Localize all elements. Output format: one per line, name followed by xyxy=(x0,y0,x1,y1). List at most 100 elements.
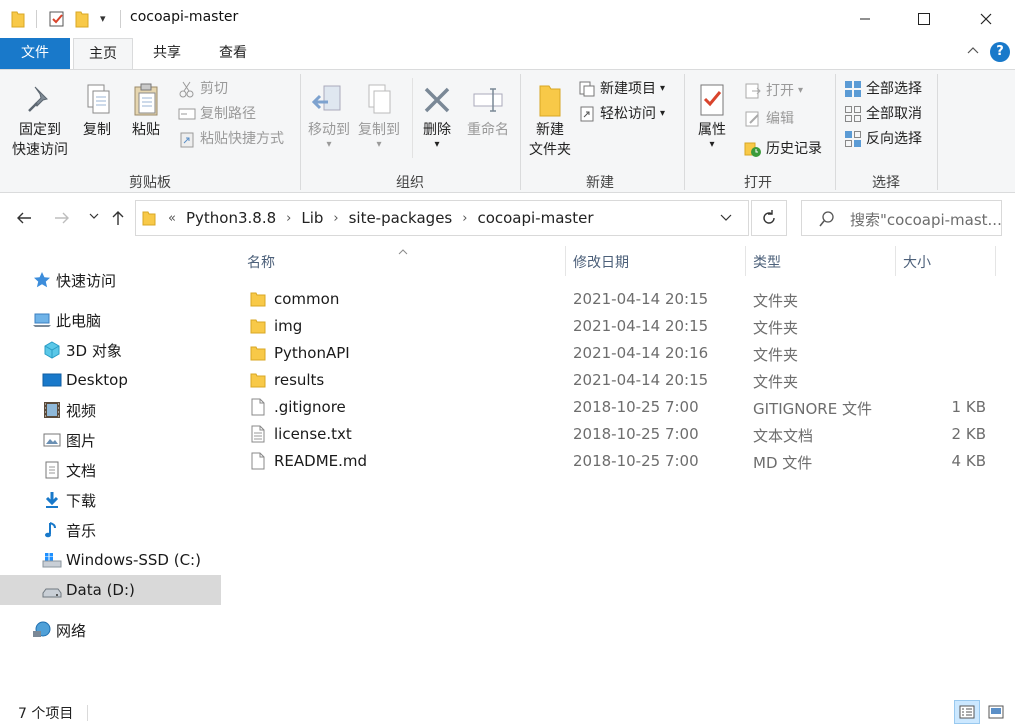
nav-item-downloads[interactable]: 下载 xyxy=(0,485,221,515)
tab-share[interactable]: 共享 xyxy=(137,38,197,69)
breadcrumb-separator-icon[interactable]: › xyxy=(282,211,295,226)
table-row[interactable]: img 2021-04-14 20:15 文件夹 xyxy=(244,313,1004,340)
column-divider[interactable] xyxy=(565,246,566,276)
back-button[interactable] xyxy=(14,209,34,229)
open-button[interactable]: 打开 ▾ xyxy=(744,80,803,102)
table-row[interactable]: PythonAPI 2021-04-14 20:16 文件夹 xyxy=(244,340,1004,367)
forward-button[interactable] xyxy=(52,209,72,229)
rename-button[interactable]: 重命名 xyxy=(462,80,514,140)
nav-item-this-pc[interactable]: 此电脑 xyxy=(0,305,221,335)
table-row[interactable]: README.md 2018-10-25 7:00 MD 文件 4 KB xyxy=(244,448,1004,475)
overflow-chevron-icon[interactable]: « xyxy=(164,211,180,226)
maximize-button[interactable] xyxy=(901,0,947,38)
column-divider[interactable] xyxy=(745,246,746,276)
folder-icon xyxy=(250,371,266,393)
properties-button[interactable]: 属性 ▾ xyxy=(688,80,736,150)
nav-item-videos[interactable]: 视频 xyxy=(0,395,221,425)
edit-button[interactable]: 编辑 xyxy=(744,108,794,130)
nav-label: 文档 xyxy=(66,461,97,480)
tab-home[interactable]: 主页 xyxy=(73,38,133,70)
breadcrumb-item[interactable]: site-packages xyxy=(343,209,459,227)
recent-locations-chevron-icon[interactable] xyxy=(84,209,104,229)
properties-checkmark-icon[interactable] xyxy=(48,10,66,32)
copy-icon xyxy=(76,80,118,120)
music-note-icon xyxy=(42,520,62,540)
table-row[interactable]: .gitignore 2018-10-25 7:00 GITIGNORE 文件 … xyxy=(244,394,1004,421)
column-header-name[interactable]: 名称 xyxy=(247,252,275,274)
ribbon-tabs: 文件 主页 共享 查看 xyxy=(0,38,1015,70)
breadcrumb-separator-icon[interactable]: › xyxy=(458,211,471,226)
minimize-button[interactable] xyxy=(842,0,888,38)
file-modified: 2021-04-14 20:15 xyxy=(573,290,709,308)
column-divider[interactable] xyxy=(995,246,996,276)
tab-file[interactable]: 文件 xyxy=(0,38,70,69)
address-dropdown-chevron-icon[interactable] xyxy=(719,210,733,228)
address-bar[interactable]: « Python3.8.8 › Lib › site-packages › co… xyxy=(135,200,749,236)
file-modified: 2021-04-14 20:15 xyxy=(573,371,709,389)
column-divider[interactable] xyxy=(895,246,896,276)
sort-ascending-chevron-icon xyxy=(398,245,408,260)
easy-access-chevron-icon: ▾ xyxy=(660,108,666,119)
table-row[interactable]: common 2021-04-14 20:15 文件夹 xyxy=(244,286,1004,313)
windows-drive-icon xyxy=(42,550,62,570)
rename-label: 重命名 xyxy=(467,122,509,138)
breadcrumb-item[interactable]: Lib xyxy=(295,209,329,227)
collapse-ribbon-chevron-icon[interactable] xyxy=(966,44,980,59)
new-item-button[interactable]: 新建项目 ▾ xyxy=(578,78,665,100)
minimize-icon xyxy=(860,18,870,20)
nav-item-pictures[interactable]: 图片 xyxy=(0,425,221,455)
properties-icon xyxy=(688,80,736,120)
details-view-button[interactable] xyxy=(954,700,980,724)
copy-to-button[interactable]: 复制到 ▾ xyxy=(354,80,404,150)
ribbon: 固定到 快速访问 复制 粘贴 剪切 复制路径 粘贴快捷方式 剪贴板 移动到 ▾ xyxy=(0,69,1015,193)
easy-access-button[interactable]: 轻松访问 ▾ xyxy=(578,103,665,125)
move-to-button[interactable]: 移动到 ▾ xyxy=(304,80,354,150)
details-view-icon xyxy=(959,705,975,719)
nav-item-desktop[interactable]: Desktop xyxy=(0,365,221,395)
nav-item-network[interactable]: 网络 xyxy=(0,615,221,645)
delete-label: 删除 xyxy=(423,122,451,138)
nav-item-music[interactable]: 音乐 xyxy=(0,515,221,545)
file-modified: 2018-10-25 7:00 xyxy=(573,425,699,443)
breadcrumb-item[interactable]: cocoapi-master xyxy=(471,209,599,227)
search-input[interactable]: 搜索"cocoapi-mast... xyxy=(801,200,1002,236)
pin-to-quick-access-button[interactable]: 固定到 快速访问 xyxy=(6,80,74,160)
nav-item-quick-access[interactable]: 快速访问 xyxy=(0,265,221,295)
new-folder-button[interactable]: 新建 文件夹 xyxy=(524,80,576,160)
table-row[interactable]: license.txt 2018-10-25 7:00 文本文档 2 KB xyxy=(244,421,1004,448)
history-button[interactable]: 历史记录 xyxy=(744,138,822,160)
nav-label: Data (D:) xyxy=(66,581,135,599)
nav-item-drive-d[interactable]: Data (D:) xyxy=(0,575,221,605)
open-icon xyxy=(744,82,762,100)
select-none-button[interactable]: 全部取消 xyxy=(844,103,922,125)
nav-label: Desktop xyxy=(66,371,128,389)
large-icons-view-button[interactable] xyxy=(983,700,1009,724)
help-button[interactable]: ? xyxy=(990,42,1010,62)
nav-item-documents[interactable]: 文档 xyxy=(0,455,221,485)
nav-item-3d-objects[interactable]: 3D 对象 xyxy=(0,335,221,365)
cut-button[interactable]: 剪切 xyxy=(178,78,228,100)
table-row[interactable]: results 2021-04-14 20:15 文件夹 xyxy=(244,367,1004,394)
breadcrumb-item[interactable]: Python3.8.8 xyxy=(180,209,282,227)
new-folder-icon[interactable] xyxy=(74,10,90,32)
breadcrumb-separator-icon[interactable]: › xyxy=(329,211,342,226)
column-header-type[interactable]: 类型 xyxy=(753,252,781,274)
copy-path-button[interactable]: 复制路径 xyxy=(178,103,256,125)
delete-button[interactable]: 删除 ▾ xyxy=(416,80,458,150)
separator xyxy=(120,10,121,28)
select-all-button[interactable]: 全部选择 xyxy=(844,78,922,100)
nav-item-drive-c[interactable]: Windows-SSD (C:) xyxy=(0,545,221,575)
invert-selection-button[interactable]: 反向选择 xyxy=(844,128,922,150)
customize-quick-access-chevron-icon[interactable]: ▾ xyxy=(100,12,106,25)
group-separator xyxy=(520,74,521,190)
tab-view[interactable]: 查看 xyxy=(202,38,264,69)
up-button[interactable] xyxy=(108,209,128,229)
refresh-button[interactable] xyxy=(751,200,787,236)
copy-button[interactable]: 复制 xyxy=(76,80,118,140)
column-header-size[interactable]: 大小 xyxy=(903,252,931,274)
column-header-modified[interactable]: 修改日期 xyxy=(573,252,629,274)
paste-button[interactable]: 粘贴 xyxy=(124,80,168,140)
open-label: 打开 xyxy=(766,83,794,99)
paste-shortcut-button[interactable]: 粘贴快捷方式 xyxy=(178,128,284,150)
close-button[interactable] xyxy=(963,0,1009,38)
